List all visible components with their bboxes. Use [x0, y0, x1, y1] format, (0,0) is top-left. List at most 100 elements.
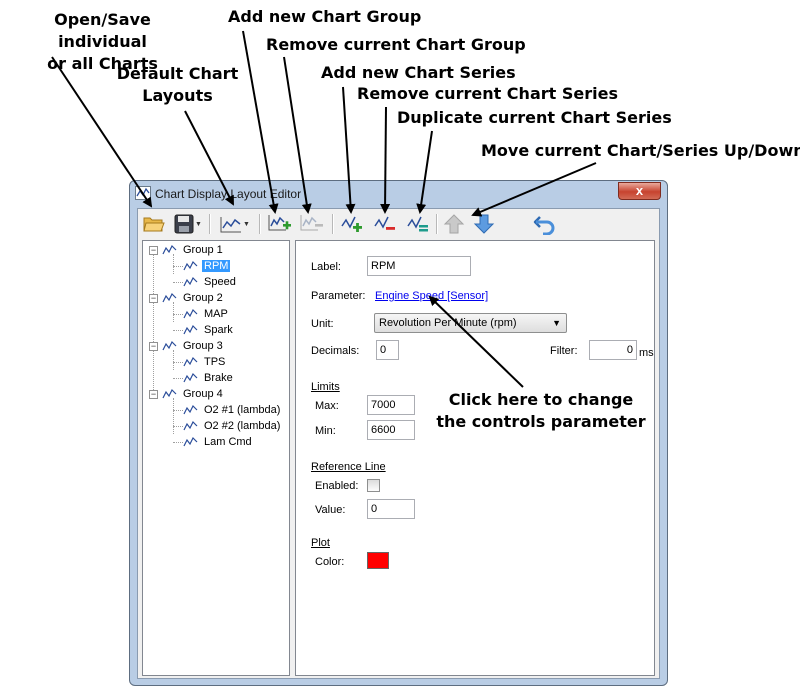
toolbar-separator: [332, 214, 334, 234]
annotation-add-series: Add new Chart Series: [321, 63, 516, 82]
add-group-button[interactable]: [266, 212, 294, 236]
chart-series-icon: [183, 276, 198, 287]
open-button[interactable]: [141, 212, 167, 236]
chart-series-icon: [162, 388, 177, 399]
tree-series-item[interactable]: Lam Cmd: [183, 434, 254, 450]
undo-icon: [533, 216, 555, 235]
decimals-field[interactable]: 0: [376, 340, 399, 360]
tree-series-label: TPS: [204, 356, 226, 368]
tree-group-label: Group 2: [183, 292, 223, 304]
chart-series-icon: [183, 260, 198, 271]
tree-series-label-selected: RPM: [202, 260, 231, 272]
chart-tree[interactable]: − Group 1 RPM Speed − Group 2 MAP Spark …: [142, 240, 290, 676]
tree-series-item[interactable]: Spark: [183, 322, 235, 338]
tree-connector: [173, 266, 183, 267]
move-down-icon: [473, 214, 495, 234]
value-caption: Value:: [315, 504, 346, 516]
move-down-button[interactable]: [471, 212, 497, 236]
save-button[interactable]: ▼: [171, 212, 205, 236]
annotation-default-layouts: Default Chart Layouts: [116, 64, 239, 105]
tree-series-item[interactable]: RPM: [183, 258, 231, 274]
plot-header: Plot: [311, 537, 330, 549]
unit-dropdown[interactable]: Revolution Per Minute (rpm) ▼: [374, 313, 567, 333]
tree-series-label: O2 #2 (lambda): [204, 420, 281, 432]
chart-series-icon: [183, 372, 198, 383]
toolbar-separator: [209, 214, 211, 234]
annotation-remove-series: Remove current Chart Series: [357, 84, 618, 103]
add-group-icon: [268, 215, 291, 231]
tree-connector: [173, 410, 183, 411]
tree-series-item[interactable]: O2 #1 (lambda): [183, 402, 282, 418]
chart-series-icon: [183, 308, 198, 319]
toolbar-separator: [436, 214, 438, 234]
save-icon: [174, 214, 194, 234]
tree-connector: [173, 330, 183, 331]
tree-connector: [173, 362, 183, 363]
chart-series-icon: [162, 244, 177, 255]
chart-layout-editor-window: Chart Display Layout Editor x ▼ ▼ − Grou…: [129, 180, 668, 686]
filter-field[interactable]: 0: [589, 340, 637, 360]
annotation-click-here: Click here to change the controls parame…: [436, 390, 646, 431]
tree-group[interactable]: − Group 4: [149, 386, 225, 402]
tree-series-label: Lam Cmd: [204, 436, 252, 448]
remove-series-icon: [374, 216, 395, 230]
remove-series-button[interactable]: [371, 212, 399, 236]
collapse-toggle[interactable]: −: [149, 245, 158, 255]
reference-line-header: Reference Line: [311, 461, 386, 473]
duplicate-series-icon: [407, 216, 428, 232]
tree-connector: [173, 442, 183, 443]
chart-series-icon: [162, 292, 177, 303]
plot-color-swatch[interactable]: [367, 552, 389, 569]
app-chart-icon: [135, 186, 151, 200]
chart-series-icon: [162, 340, 177, 351]
tree-group[interactable]: − Group 2: [149, 290, 225, 306]
chevron-down-icon: ▼: [243, 220, 250, 228]
tree-connector: [153, 254, 154, 398]
annotation-move-up-down: Move current Chart/Series Up/Down: [481, 141, 800, 160]
tree-group-label: Group 3: [183, 340, 223, 352]
title-bar: Chart Display Layout Editor x: [130, 181, 667, 207]
properties-panel: Label: RPM Parameter: Engine Speed [Sens…: [295, 240, 655, 676]
undo-button[interactable]: [531, 212, 559, 236]
close-button[interactable]: x: [618, 182, 661, 200]
tree-connector: [173, 426, 183, 427]
tree-series-item[interactable]: MAP: [183, 306, 230, 322]
window-title: Chart Display Layout Editor: [155, 187, 302, 201]
color-caption: Color:: [315, 556, 345, 568]
tree-series-item[interactable]: Brake: [183, 370, 235, 386]
collapse-toggle[interactable]: −: [149, 341, 158, 351]
enabled-checkbox[interactable]: [367, 479, 380, 492]
default-layouts-icon: [220, 217, 242, 233]
open-icon: [143, 217, 165, 232]
min-field[interactable]: 6600: [367, 420, 415, 440]
move-up-button[interactable]: [441, 212, 467, 236]
max-field[interactable]: 7000: [367, 395, 415, 415]
annotation-duplicate-series: Duplicate current Chart Series: [397, 108, 672, 127]
parameter-link[interactable]: Engine Speed [Sensor]: [375, 290, 488, 302]
default-layouts-button[interactable]: ▼: [218, 212, 252, 236]
chart-series-icon: [183, 356, 198, 367]
tree-series-item[interactable]: Speed: [183, 274, 238, 290]
unit-selected-value: Revolution Per Minute (rpm): [379, 317, 517, 329]
label-caption: Label:: [311, 261, 341, 273]
label-field[interactable]: RPM: [367, 256, 471, 276]
add-series-button[interactable]: [338, 212, 366, 236]
remove-group-button[interactable]: [298, 212, 326, 236]
duplicate-series-button[interactable]: [404, 212, 432, 236]
enabled-caption: Enabled:: [315, 480, 359, 492]
toolbar: ▼ ▼: [138, 209, 659, 239]
tree-series-label: MAP: [204, 308, 228, 320]
tree-series-label: Brake: [204, 372, 233, 384]
tree-series-item[interactable]: O2 #2 (lambda): [183, 418, 282, 434]
collapse-toggle[interactable]: −: [149, 389, 158, 399]
tree-group-label: Group 4: [183, 388, 223, 400]
reference-value-field[interactable]: 0: [367, 499, 415, 519]
tree-group-label: Group 1: [183, 244, 223, 256]
tree-series-item[interactable]: TPS: [183, 354, 227, 370]
tree-group[interactable]: − Group 1: [149, 242, 225, 258]
tree-group[interactable]: − Group 3: [149, 338, 225, 354]
collapse-toggle[interactable]: −: [149, 293, 158, 303]
chevron-down-icon: ▼: [195, 220, 202, 228]
chart-series-icon: [183, 436, 198, 447]
tree-connector: [173, 378, 183, 379]
